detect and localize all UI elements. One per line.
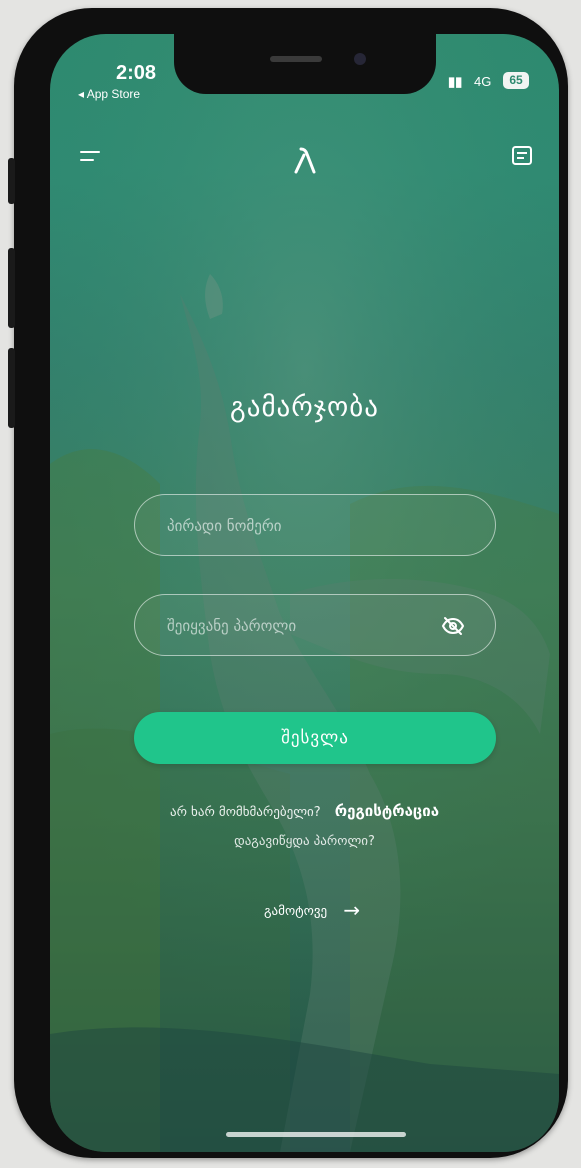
speaker-grille — [270, 56, 322, 62]
forgot-password-link[interactable]: დაგავიწყდა პაროლი? — [50, 834, 559, 849]
logo-lambda-icon — [294, 147, 316, 174]
app-screen: 2:08 ◂ App Store ▮▮ 4G 65 გამარჯობა პირა… — [50, 34, 559, 1152]
background-statue-image — [50, 34, 559, 1152]
personal-id-input[interactable] — [165, 495, 429, 557]
password-input[interactable] — [165, 595, 429, 657]
register-prompt: არ ხარ მომხმარებელი? რეგისტრაცია — [50, 802, 559, 820]
skip-label: გამოტოვე — [264, 904, 328, 919]
network-type: 4G — [474, 74, 492, 89]
eye-off-icon[interactable] — [441, 614, 465, 638]
skip-button[interactable]: გამოტოვე → — [264, 898, 360, 922]
password-field[interactable] — [134, 594, 496, 657]
login-button[interactable]: შესვლა — [134, 712, 496, 764]
battery-icon: 65 — [503, 72, 529, 89]
chat-icon[interactable] — [508, 142, 536, 170]
volume-down-button — [8, 348, 15, 428]
status-time: 2:08 — [116, 62, 157, 84]
front-camera — [354, 53, 366, 65]
register-link[interactable]: რეგისტრაცია — [335, 802, 439, 820]
page-title: გამარჯობა — [230, 392, 379, 423]
volume-up-button — [8, 248, 15, 328]
app-header — [50, 134, 559, 184]
personal-id-field[interactable] — [134, 494, 496, 557]
device-notch — [174, 34, 436, 94]
signal-icon: ▮▮ — [448, 74, 463, 89]
home-indicator — [226, 1132, 406, 1137]
menu-icon[interactable] — [80, 148, 106, 168]
phone-frame: 2:08 ◂ App Store ▮▮ 4G 65 გამარჯობა პირა… — [8, 8, 568, 1158]
arrow-right-icon: → — [343, 898, 361, 922]
back-to-app-store-link[interactable]: ◂ App Store — [78, 87, 140, 101]
silent-switch — [8, 158, 15, 204]
no-account-text: არ ხარ მომხმარებელი? — [169, 805, 321, 820]
